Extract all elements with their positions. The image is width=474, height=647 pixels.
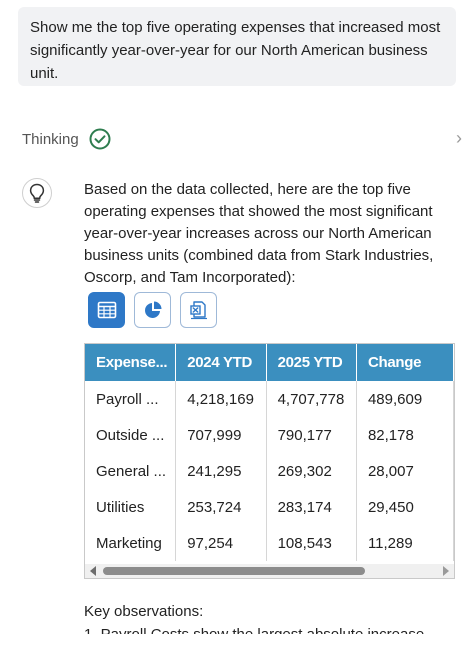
pie-chart-icon bbox=[144, 301, 161, 318]
table-header-row: Expense... 2024 YTD 2025 YTD Change bbox=[85, 344, 454, 381]
table-cell: Utilities bbox=[85, 489, 177, 525]
assistant-answer: Based on the data collected, here are th… bbox=[84, 179, 456, 289]
table-cell: General ... bbox=[85, 453, 177, 489]
table-cell: 28,007 bbox=[356, 453, 454, 489]
horizontal-scrollbar[interactable] bbox=[85, 564, 454, 578]
table-view-button[interactable] bbox=[88, 292, 125, 328]
column-header-change[interactable]: Change bbox=[356, 344, 454, 381]
table-cell: 489,609 bbox=[356, 381, 454, 417]
answer-intro: Based on the data collected, here are th… bbox=[84, 181, 434, 286]
scrollbar-thumb[interactable] bbox=[103, 567, 365, 575]
table-cell: Marketing bbox=[85, 525, 177, 561]
export-excel-button[interactable] bbox=[180, 292, 217, 328]
table-cell: Outside ... bbox=[85, 417, 177, 453]
table-cell: 269,302 bbox=[266, 453, 357, 489]
table-cell: 97,254 bbox=[175, 525, 267, 561]
table-cell: 241,295 bbox=[175, 453, 267, 489]
chevron-right-icon[interactable]: › bbox=[456, 128, 462, 149]
table-cell: 707,999 bbox=[175, 417, 267, 453]
column-header-2024-ytd[interactable]: 2024 YTD bbox=[175, 344, 267, 381]
table-cell: 4,707,778 bbox=[266, 381, 357, 417]
table-row: Utilities 253,724 283,174 29,450 bbox=[85, 489, 454, 525]
assistant-avatar bbox=[22, 178, 52, 208]
column-header-expense[interactable]: Expense... bbox=[85, 344, 177, 381]
user-prompt-text: Show me the top five operating expenses … bbox=[30, 19, 441, 82]
thinking-toggle[interactable]: Thinking › bbox=[22, 125, 464, 153]
scroll-left-icon[interactable] bbox=[90, 566, 96, 576]
table-cell: 253,724 bbox=[175, 489, 267, 525]
check-circle-icon bbox=[89, 128, 111, 150]
excel-export-icon bbox=[189, 301, 207, 320]
data-table: Expense... 2024 YTD 2025 YTD Change Payr… bbox=[85, 344, 454, 561]
table-cell: 108,543 bbox=[266, 525, 357, 561]
chart-view-button[interactable] bbox=[134, 292, 171, 328]
table-cell: 283,174 bbox=[266, 489, 357, 525]
table-cell: 790,177 bbox=[266, 417, 357, 453]
table-row: Outside ... 707,999 790,177 82,178 bbox=[85, 417, 454, 453]
table-icon bbox=[97, 301, 116, 319]
table-cell: 29,450 bbox=[356, 489, 454, 525]
table-row: Marketing 97,254 108,543 11,289 bbox=[85, 525, 454, 561]
table-cell: 82,178 bbox=[356, 417, 454, 453]
thinking-label: Thinking bbox=[22, 130, 79, 148]
chat-page: Show me the top five operating expenses … bbox=[0, 0, 474, 647]
column-header-2025-ytd[interactable]: 2025 YTD bbox=[266, 344, 357, 381]
table-cell: 4,218,169 bbox=[175, 381, 267, 417]
table-cell: 11,289 bbox=[356, 525, 454, 561]
expenses-table: Expense... 2024 YTD 2025 YTD Change Payr… bbox=[84, 343, 455, 579]
view-switcher bbox=[88, 292, 217, 328]
table-row: Payroll ... 4,218,169 4,707,778 489,609 bbox=[85, 381, 454, 417]
user-prompt-bubble: Show me the top five operating expenses … bbox=[18, 7, 456, 86]
scroll-right-icon[interactable] bbox=[443, 566, 449, 576]
lightbulb-icon bbox=[29, 183, 45, 203]
table-cell: Payroll ... bbox=[85, 381, 177, 417]
table-row: General ... 241,295 269,302 28,007 bbox=[85, 453, 454, 489]
viewport-cutoff bbox=[0, 634, 474, 647]
key-observations-heading: Key observations: bbox=[84, 603, 204, 620]
